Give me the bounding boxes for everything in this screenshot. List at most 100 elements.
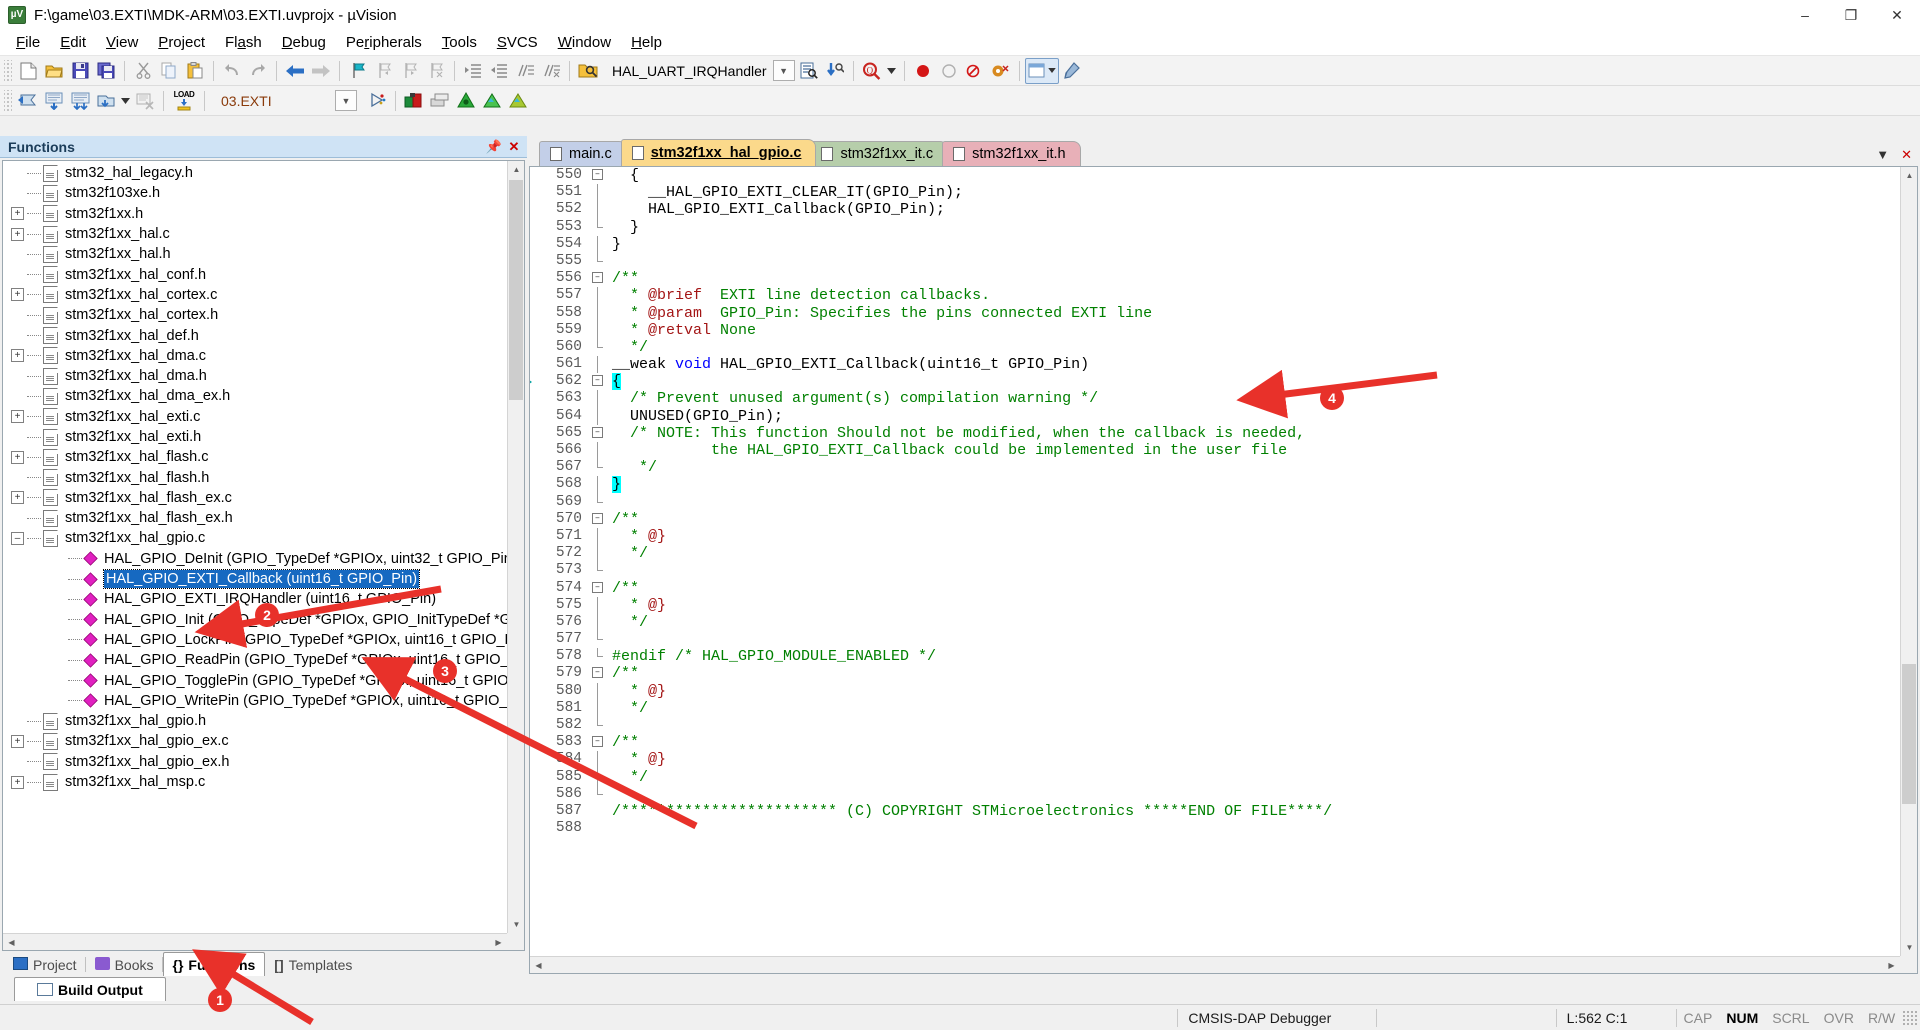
fold-column[interactable] — [588, 648, 610, 665]
tree-row[interactable]: + stm32f1xx_hal_gpio_ex.c — [3, 731, 507, 751]
code-line[interactable]: 560 */ — [530, 338, 1900, 357]
fold-column[interactable] — [588, 304, 610, 322]
fold-column[interactable] — [588, 442, 610, 460]
outdent-icon[interactable] — [486, 58, 512, 84]
close-icon[interactable]: ✕ — [505, 138, 523, 156]
toolbar-grip[interactable] — [4, 89, 12, 112]
scroll-up-arrow-icon[interactable]: ▲ — [508, 161, 524, 178]
fold-column[interactable] — [588, 459, 610, 476]
paste-icon[interactable] — [182, 58, 208, 84]
fold-column[interactable] — [588, 699, 610, 717]
code-line[interactable]: 565– /* NOTE: This function Should not b… — [530, 424, 1900, 443]
expand-icon[interactable]: + — [11, 288, 24, 302]
fold-column[interactable] — [588, 407, 610, 425]
menu-help[interactable]: Help — [621, 31, 672, 54]
bookmark-toggle-icon[interactable] — [345, 58, 371, 84]
code-line[interactable]: 570–/** — [530, 510, 1900, 528]
save-icon[interactable] — [67, 58, 93, 84]
scroll-left-arrow-icon[interactable]: ◀ — [3, 933, 20, 950]
magnify-search-icon[interactable]: Q — [859, 58, 885, 84]
menu-tools[interactable]: Tools — [432, 31, 487, 54]
expand-icon[interactable]: + — [11, 207, 24, 221]
code-line[interactable]: 578 #endif /* HAL_GPIO_MODULE_ENABLED */ — [530, 648, 1900, 666]
chevron-down-icon[interactable]: ▼ — [772, 60, 795, 81]
rebuild-icon[interactable] — [67, 88, 93, 114]
tree-row[interactable]: + stm32f1xx_hal_msp.c — [3, 772, 507, 792]
code-line[interactable]: 587 /************************ (C) COPYRIG… — [530, 802, 1900, 821]
pin-icon[interactable]: 📌 — [485, 138, 503, 156]
fold-column[interactable] — [588, 287, 610, 305]
code-line[interactable]: 555 — [530, 252, 1900, 271]
tree-row[interactable]: + stm32f1xx_hal_flash_ex.c — [3, 488, 507, 508]
build-output-tab[interactable]: Build Output — [14, 977, 166, 1001]
expand-icon[interactable]: + — [11, 450, 24, 464]
fold-collapse-icon[interactable]: – — [592, 581, 603, 593]
scroll-up-arrow-icon[interactable]: ▲ — [1901, 167, 1917, 184]
editor-tab-stm32f1xx_it-c[interactable]: stm32f1xx_it.c — [810, 141, 949, 166]
editor-tab-stm32f1xx_it-h[interactable]: stm32f1xx_it.h — [942, 141, 1081, 166]
target-options-icon[interactable] — [364, 88, 390, 114]
load-icon[interactable]: LOAD — [169, 88, 199, 114]
code-line[interactable]: 558 * @param GPIO_Pin: Specifies the pin… — [530, 304, 1900, 322]
fold-column[interactable]: – — [588, 425, 610, 442]
resize-grip-icon[interactable] — [1902, 1009, 1918, 1026]
undo-icon[interactable] — [219, 58, 245, 84]
fold-collapse-icon[interactable]: – — [592, 426, 603, 438]
fold-column[interactable] — [588, 613, 610, 632]
dock-tab-books[interactable]: Books — [86, 953, 163, 976]
multi-project-icon[interactable] — [427, 88, 453, 114]
tree-row[interactable]: stm32f1xx_hal_cortex.h — [3, 305, 507, 325]
code-line[interactable]: 562–{ — [530, 373, 1900, 391]
breakpoint-insert-icon[interactable] — [910, 58, 936, 84]
menu-view[interactable]: View — [96, 31, 148, 54]
code-line[interactable]: 574–/** — [530, 579, 1900, 597]
close-button[interactable]: ✕ — [1874, 0, 1920, 30]
build-icon[interactable] — [41, 88, 67, 114]
functions-tree[interactable]: stm32_hal_legacy.h stm32f103xe.h + stm32f1x… — [3, 161, 507, 933]
copy-icon[interactable] — [156, 58, 182, 84]
fold-column[interactable]: – — [530, 373, 610, 390]
tree-row[interactable]: + stm32f1xx.h — [3, 204, 507, 224]
tree-row[interactable]: HAL_GPIO_EXTI_IRQHandler (uint16_t GPIO_… — [3, 589, 507, 609]
code-horizontal-scrollbar[interactable]: ◀ ▶ — [530, 956, 1900, 973]
breakpoint-disable-all-icon[interactable] — [988, 58, 1014, 84]
tree-row[interactable]: HAL_GPIO_DeInit (GPIO_TypeDef *GPIOx, ui… — [3, 549, 507, 569]
tree-row[interactable]: stm32f1xx_hal_def.h — [3, 325, 507, 345]
code-line[interactable]: 569 — [530, 493, 1900, 511]
bookmark-next-icon[interactable] — [397, 58, 423, 84]
scroll-thumb[interactable] — [509, 180, 523, 400]
breakpoint-disable-icon[interactable] — [936, 58, 962, 84]
tree-row[interactable]: stm32f1xx_hal_conf.h — [3, 264, 507, 284]
cut-icon[interactable] — [130, 58, 156, 84]
code-line[interactable]: 563 /* Prevent unused argument(s) compil… — [530, 390, 1900, 408]
tree-row[interactable]: – stm32f1xx_hal_gpio.c — [3, 528, 507, 548]
code-line[interactable]: 559 * @retval None — [530, 321, 1900, 339]
fold-column[interactable]: – — [588, 665, 610, 682]
fold-column[interactable]: – — [588, 167, 610, 184]
target-combo-value[interactable]: 03.EXTI — [215, 93, 335, 109]
translate-icon[interactable] — [15, 88, 41, 114]
code-line[interactable]: 576 */ — [530, 613, 1900, 632]
minimize-button[interactable]: – — [1782, 0, 1828, 30]
code-line[interactable]: 572 */ — [530, 545, 1900, 563]
menu-flash[interactable]: Flash — [215, 31, 272, 54]
fold-collapse-icon[interactable]: – — [592, 169, 603, 180]
fold-column[interactable] — [588, 356, 610, 374]
code-line[interactable]: 588 — [530, 820, 1900, 838]
code-line[interactable]: 575 * @} — [530, 596, 1900, 614]
fold-column[interactable] — [588, 476, 610, 494]
code-line[interactable]: 554} — [530, 235, 1900, 253]
scroll-left-arrow-icon[interactable]: ◀ — [530, 956, 547, 973]
navigate-forward-icon[interactable] — [308, 58, 334, 84]
code-vertical-scrollbar[interactable]: ▲ ▼ — [1900, 167, 1917, 956]
fold-collapse-icon[interactable]: – — [592, 512, 603, 524]
fold-column[interactable] — [588, 321, 610, 339]
batch-build-icon[interactable] — [93, 88, 119, 114]
expand-icon[interactable]: + — [11, 349, 24, 363]
menu-project[interactable]: Project — [148, 31, 215, 54]
indent-icon[interactable] — [460, 58, 486, 84]
incremental-find-icon[interactable] — [822, 58, 848, 84]
tree-row[interactable]: stm32f1xx_hal_dma_ex.h — [3, 386, 507, 406]
fold-column[interactable] — [588, 596, 610, 614]
collapse-icon[interactable]: – — [11, 531, 24, 545]
